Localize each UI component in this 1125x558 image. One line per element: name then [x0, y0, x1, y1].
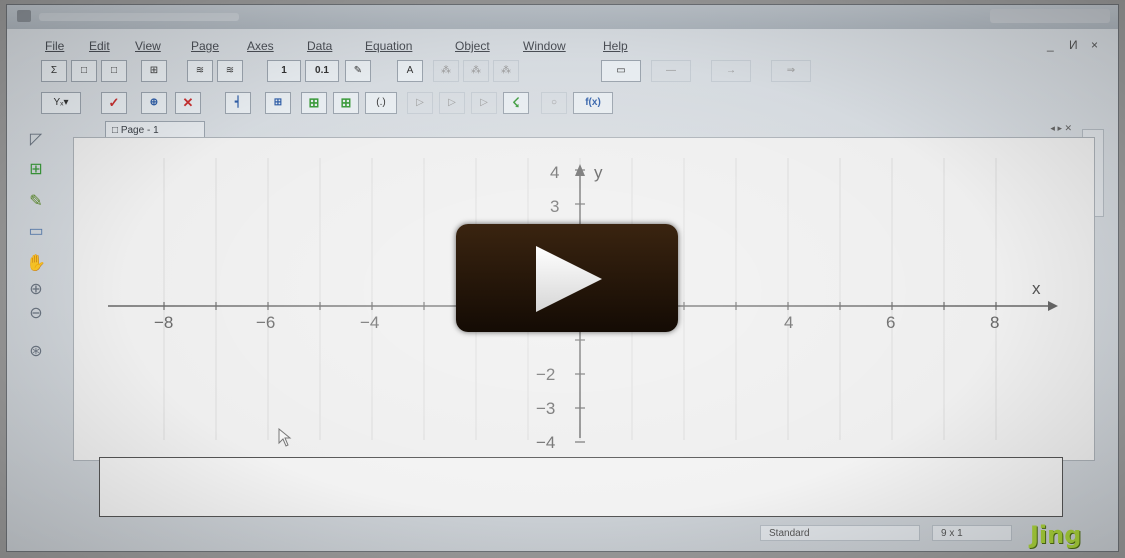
y-axis-dropdown-icon[interactable]: Yₓ▾: [41, 92, 81, 114]
y-tick-label-neg2: −2: [536, 365, 555, 384]
y-tick-label-neg4: −4: [536, 433, 555, 452]
x-tick-label-neg6: −6: [256, 313, 275, 332]
hand-icon[interactable]: ✋: [23, 253, 49, 275]
status-bar: Standard 9 x 1: [20, 524, 1100, 542]
expression-entry-box[interactable]: [99, 457, 1063, 517]
left-toolbox: ◸ ⊞ ✎ ▭ ✋ ⊕ ⊖ ⊛: [19, 129, 53, 399]
x-axis-label: x: [1032, 279, 1041, 298]
status-mode: Standard: [760, 525, 920, 541]
mdi-close-button[interactable]: ×: [1091, 38, 1098, 52]
add-object-icon[interactable]: ⊞: [23, 159, 49, 181]
eraser-icon[interactable]: ▭: [23, 221, 49, 243]
y-tick-label-neg3: −3: [536, 399, 555, 418]
menu-data[interactable]: Data: [307, 39, 332, 53]
axes-icon[interactable]: ┥: [225, 92, 251, 114]
unit-tenth-button[interactable]: 0.1: [305, 60, 339, 82]
unit-one-button[interactable]: 1: [267, 60, 301, 82]
sum-icon[interactable]: Σ: [41, 60, 67, 82]
marker-third-icon[interactable]: ⁂: [493, 60, 519, 82]
table-icon[interactable]: ⊞: [141, 60, 167, 82]
x-tick-label-4: 4: [784, 313, 793, 332]
menu-window[interactable]: Window: [523, 39, 566, 53]
circle-icon[interactable]: ○: [541, 92, 567, 114]
main-toolbar: Σ □ □ ⊞ ≋ ≋ 1 0.1 ✎ A ⁂ ⁂ ⁂ ▭ — → ⇒: [41, 57, 858, 85]
screen-icon[interactable]: ▭: [601, 60, 641, 82]
delete-point-icon[interactable]: ✕: [175, 92, 201, 114]
copy-page-icon[interactable]: □: [101, 60, 127, 82]
play-icon: [536, 246, 602, 312]
cursor-tool-icon[interactable]: ◸: [23, 129, 49, 151]
menu-axes[interactable]: Axes: [247, 39, 274, 53]
status-coordinates: 9 x 1: [932, 525, 1012, 541]
menu-bar: File Edit View Page Axes Data Equation O…: [7, 35, 1118, 57]
trace-alt-icon[interactable]: ▷: [439, 92, 465, 114]
menu-view[interactable]: View: [135, 39, 161, 53]
menu-object[interactable]: Object: [455, 39, 490, 53]
x-tick-label-neg4: −4: [360, 313, 379, 332]
marker-alt-icon[interactable]: ⁂: [463, 60, 489, 82]
x-tick-label-8: 8: [990, 313, 999, 332]
title-bar: [7, 5, 1118, 29]
mdi-restore-button[interactable]: И: [1069, 38, 1078, 52]
trace-third-icon[interactable]: ▷: [471, 92, 497, 114]
y-tick-label-4: 4: [550, 163, 559, 182]
play-button[interactable]: [456, 224, 678, 332]
x-tick-label-6: 6: [886, 313, 895, 332]
add-flag-icon[interactable]: ⊞: [333, 92, 359, 114]
wave-icon[interactable]: ≋: [187, 60, 213, 82]
wave-alt-icon[interactable]: ≋: [217, 60, 243, 82]
menu-help[interactable]: Help: [603, 39, 628, 53]
zoom-fit-icon[interactable]: ⊛: [23, 341, 49, 363]
add-data-icon[interactable]: ⊞: [301, 92, 327, 114]
mouse-pointer-icon: [278, 428, 292, 447]
add-series-icon[interactable]: ⊞: [265, 92, 291, 114]
zoom-in-icon[interactable]: ⊕: [23, 279, 49, 301]
coordinate-point-icon[interactable]: (.): [365, 92, 397, 114]
y-axis-label: y: [594, 163, 603, 182]
x-tick-label-neg8: −8: [154, 313, 173, 332]
mdi-minimize-button[interactable]: _: [1047, 38, 1054, 52]
checkmark-icon[interactable]: ✓: [101, 92, 127, 114]
new-page-icon[interactable]: □: [71, 60, 97, 82]
pencil-icon[interactable]: ✎: [23, 191, 49, 213]
zoom-out-icon[interactable]: ⊖: [23, 303, 49, 325]
insert-point-icon[interactable]: ⊕: [141, 92, 167, 114]
menu-equation[interactable]: Equation: [365, 39, 412, 53]
graph-toolbar: Yₓ▾ ✓ ⊕ ✕ ┥ ⊞ ⊞ ⊞ (.) ▷ ▷ ▷ ☇ ○ f(x): [41, 89, 858, 117]
window-title: [39, 13, 239, 21]
window-caption-buttons[interactable]: [990, 9, 1110, 23]
trace-icon[interactable]: ▷: [407, 92, 433, 114]
text-icon[interactable]: A: [397, 60, 423, 82]
double-arrow-icon[interactable]: ⇒: [771, 60, 811, 82]
menu-file[interactable]: File: [45, 39, 64, 53]
y-tick-label-3: 3: [550, 197, 559, 216]
intersect-icon[interactable]: ☇: [503, 92, 529, 114]
marker-icon[interactable]: ⁂: [433, 60, 459, 82]
page-icon: □: [112, 125, 121, 136]
menu-edit[interactable]: Edit: [89, 39, 110, 53]
tab-controls[interactable]: ◂ ▸ ✕: [1050, 123, 1072, 134]
jing-watermark-logo: Jing: [1030, 521, 1082, 549]
function-icon[interactable]: f(x): [573, 92, 613, 114]
pen-icon[interactable]: ✎: [345, 60, 371, 82]
x-axis-arrow: [1048, 301, 1058, 311]
menu-page[interactable]: Page: [191, 39, 219, 53]
arrow-icon[interactable]: →: [711, 60, 751, 82]
line-icon[interactable]: —: [651, 60, 691, 82]
page-tab-label: Page - 1: [120, 125, 159, 136]
app-icon: [17, 10, 31, 22]
